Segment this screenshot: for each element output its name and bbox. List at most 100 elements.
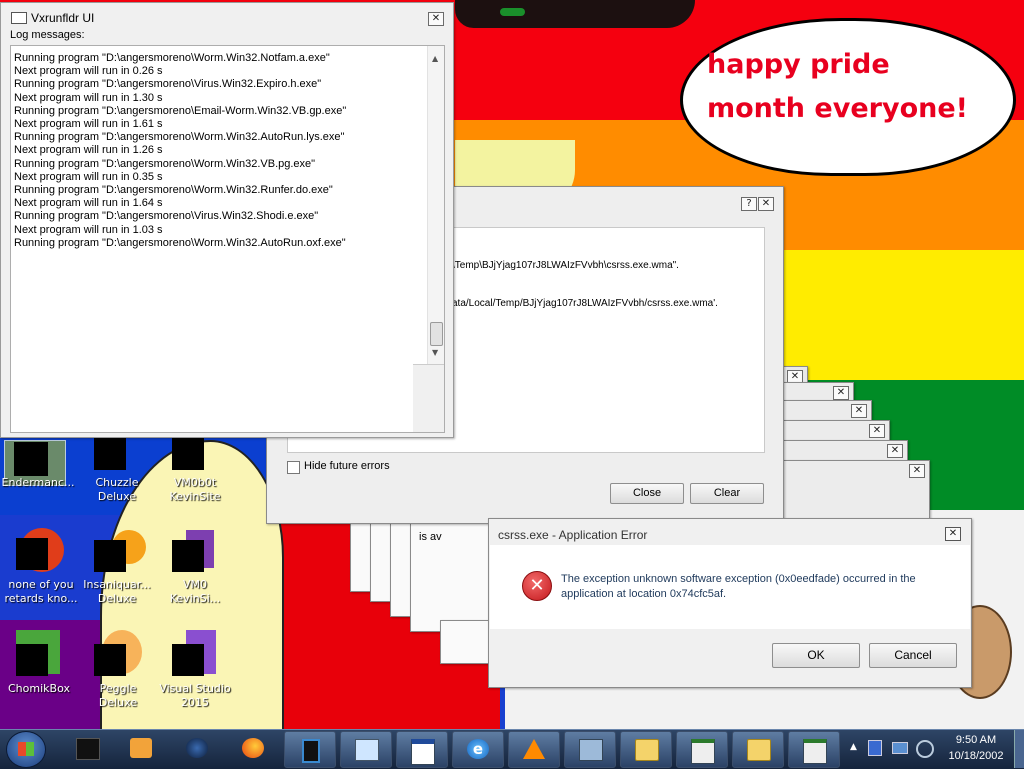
vlc-cone-icon (523, 739, 545, 759)
window-title: Vxrunfldr UI (31, 11, 95, 25)
speech-bubble: happy pride month everyone! (680, 18, 1016, 176)
log-line: Next program will run in 1.64 s (14, 197, 163, 210)
speech-bubble-text: happy pride month everyone! (707, 49, 968, 124)
help-icon[interactable]: ? (741, 197, 757, 211)
log-line: Next program will run in 1.03 s (14, 223, 163, 236)
error-icon: ✕ (522, 571, 552, 601)
error-message: The exception unknown software exception… (561, 573, 916, 600)
log-line: Running program "D:\angersmoreno\Worm.Wi… (14, 131, 345, 144)
desktop-icon-none-of-you[interactable]: none of you retards kno... (2, 528, 78, 605)
cancel-button[interactable]: Cancel (869, 643, 957, 668)
taskbar-button-ie[interactable]: e (452, 731, 504, 768)
close-icon[interactable]: ✕ (887, 444, 903, 458)
partial-window-text: is av (419, 531, 442, 543)
desktop-icon-label: Peggle Deluxe (98, 682, 138, 709)
log-window[interactable]: Vxrunfldr UI ✕ Log messages: Running pro… (0, 2, 454, 438)
taskbar-button-app3[interactable] (788, 731, 840, 768)
ok-button[interactable]: OK (772, 643, 860, 668)
media-player-icon (130, 738, 152, 758)
internet-explorer-icon: e (467, 739, 489, 759)
tray-volume-icon[interactable] (916, 740, 934, 758)
log-line: Next program will run in 0.26 s (14, 65, 163, 78)
taskbar-button-media[interactable] (116, 731, 166, 766)
desktop-icon-insaniquarium[interactable]: Insaniquar... Deluxe (82, 528, 152, 605)
log-line: Next program will run in 1.30 s (14, 91, 163, 104)
clock-date[interactable]: 10/18/2002 (940, 750, 1012, 762)
taskbar-button-window[interactable] (396, 731, 448, 768)
scroll-thumb[interactable] (430, 322, 443, 346)
tray-flag-icon[interactable] (868, 740, 882, 756)
desktop-icon-label: Endermanc... (1, 476, 75, 489)
phone-icon (302, 739, 320, 763)
log-label: Log messages: (10, 29, 85, 41)
window-icon (803, 739, 827, 764)
folder-icon (635, 739, 659, 761)
scroll-down-icon[interactable]: ▼ (432, 348, 438, 357)
close-icon[interactable]: ✕ (833, 386, 849, 400)
taskbar-button-folder[interactable] (620, 731, 672, 768)
log-line: Next program will run in 1.26 s (14, 144, 163, 157)
show-desktop-button[interactable] (1014, 730, 1024, 768)
start-button[interactable] (6, 731, 46, 768)
taskbar-button-cmd[interactable] (62, 731, 112, 766)
log-area-footer (413, 364, 444, 432)
desktop-icon-label: VM0b0t KevinSite (169, 476, 221, 503)
folder-icon (747, 739, 771, 761)
close-icon[interactable]: ✕ (909, 464, 925, 478)
notepad-icon (355, 739, 379, 761)
log-line: Running program "D:\angersmoreno\Worm.Wi… (14, 236, 346, 249)
log-line: Running program "D:\angersmoreno\Virus.W… (14, 210, 319, 223)
desktop-icon-label: Insaniquar... Deluxe (83, 578, 151, 605)
clear-button[interactable]: Clear (690, 483, 764, 504)
close-icon[interactable]: ✕ (758, 197, 774, 211)
window-icon (691, 739, 715, 764)
windows-logo-icon (18, 742, 34, 756)
taskbar-button-firefox[interactable] (228, 731, 278, 766)
taskbar-button-notepad[interactable] (340, 731, 392, 768)
tray-monitor-icon[interactable] (892, 742, 908, 754)
log-line: Running program "D:\angersmoreno\Worm.Wi… (14, 157, 316, 170)
application-error-dialog[interactable]: csrss.exe - Application Error ✕ ✕ The ex… (488, 518, 972, 688)
firefox-icon (242, 738, 264, 758)
log-line: Next program will run in 0.35 s (14, 170, 163, 183)
dialog-title: csrss.exe - Application Error (498, 528, 648, 542)
terminal-icon (76, 738, 100, 760)
close-icon[interactable]: ✕ (851, 404, 867, 418)
app-icon (11, 12, 27, 24)
log-line: Next program will run in 1.61 s (14, 118, 163, 131)
log-line: Running program "D:\angersmoreno\Virus.W… (14, 78, 322, 91)
desktop-icon-visual-studio[interactable]: Visual Studio 2015 (159, 630, 231, 709)
hide-future-errors-label: Hide future errors (304, 460, 390, 472)
close-button[interactable]: Close (610, 483, 684, 504)
stacked-window[interactable]: ✕ (780, 460, 930, 522)
desktop-icon-endermanc[interactable]: Endermanc... (0, 436, 74, 508)
error-line: ata/Local/Temp/BJjYjag107rJ8LWAIzFVvbh/c… (452, 298, 718, 309)
desktop-icon-label: Chuzzle Deluxe (95, 476, 139, 503)
dialog-body: ✕ The exception unknown software excepti… (490, 545, 970, 629)
log-line: Running program "D:\angersmoreno\Worm.Wi… (14, 52, 330, 64)
log-line: Running program "D:\angersmoreno\Worm.Wi… (14, 184, 333, 197)
close-icon[interactable]: ✕ (945, 527, 961, 541)
taskbar-button-vlc[interactable] (508, 731, 560, 768)
taskbar-button-app1[interactable] (284, 731, 336, 768)
taskbar-button-globe[interactable] (172, 731, 222, 766)
hide-future-errors-checkbox[interactable] (287, 461, 300, 474)
desktop-icon-chuzzle[interactable]: Chuzzle Deluxe (82, 436, 152, 508)
log-lines: Running program "D:\angersmoreno\Worm.Wi… (14, 52, 346, 250)
desktop-icon-label: none of you retards kno... (4, 578, 78, 605)
desktop-icon-peggle[interactable]: Peggle Deluxe (82, 630, 152, 709)
close-icon[interactable]: ✕ (428, 12, 444, 26)
taskbar-button-folder2[interactable] (732, 731, 784, 768)
taskbar-button-app2[interactable] (676, 731, 728, 768)
log-text-area[interactable]: Running program "D:\angersmoreno\Worm.Wi… (10, 45, 445, 433)
desktop-icon-chomikbox[interactable]: ChomikBox (2, 630, 72, 702)
close-icon[interactable]: ✕ (869, 424, 885, 438)
desktop-icon-vm0-kevinsi[interactable]: VM0 KevinSi... (160, 528, 230, 605)
clock-time[interactable]: 9:50 AM (940, 734, 1012, 746)
desktop-icon-vm0b0t[interactable]: VM0b0t KevinSite (160, 436, 230, 508)
tray-expand-icon[interactable]: ▲ (850, 742, 857, 752)
desktop-icon-label: Visual Studio 2015 (159, 682, 231, 709)
log-line: Running program "D:\angersmoreno\Email-W… (14, 104, 347, 117)
scroll-up-icon[interactable]: ▲ (432, 54, 438, 63)
taskbar-button-network[interactable] (564, 731, 616, 768)
